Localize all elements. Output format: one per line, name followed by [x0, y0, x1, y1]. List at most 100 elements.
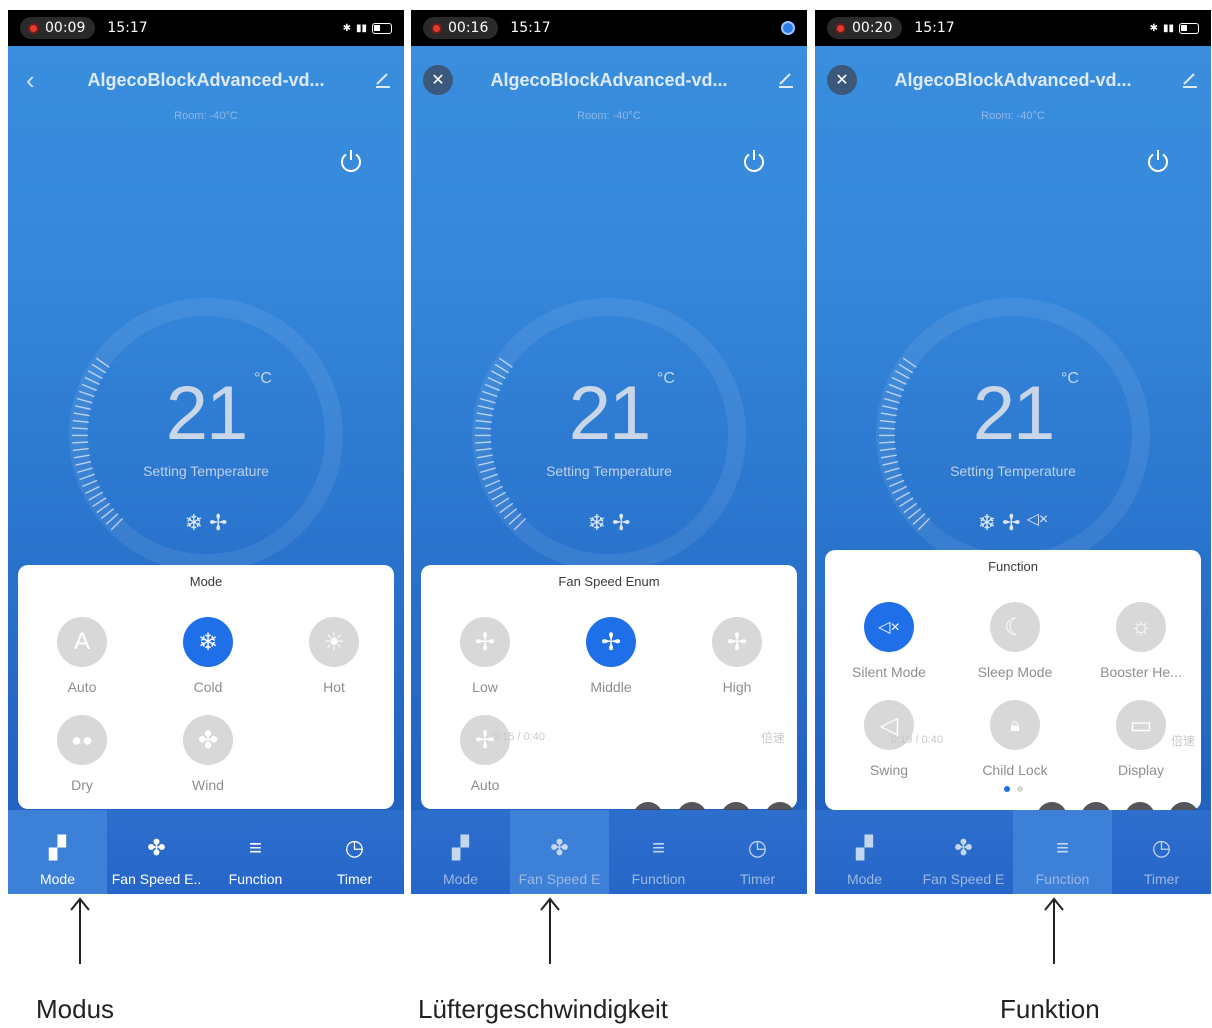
- fan-option-middle[interactable]: ✢ Middle: [551, 617, 671, 695]
- mode-option-auto[interactable]: A Auto: [22, 617, 142, 695]
- option-label: Dry: [71, 777, 93, 793]
- caption-mode: Modus: [36, 994, 115, 1024]
- video-overlay-speed: 倍速: [760, 731, 785, 745]
- display-icon: ▭: [1116, 700, 1166, 750]
- fan-option-high[interactable]: ✢ High: [677, 617, 797, 695]
- device-title: AlgecoBlockAdvanced-vd...: [894, 69, 1132, 90]
- power-icon[interactable]: [338, 148, 364, 174]
- bluetooth-icon: ✱: [342, 22, 351, 34]
- caption-fan-speed: Lüftergeschwindigkeit: [418, 994, 669, 1024]
- temperature-unit: °C: [254, 370, 272, 387]
- fan-option-auto[interactable]: ✢ Auto: [425, 715, 545, 793]
- option-label: Swing: [869, 762, 909, 778]
- function-option-child-lock[interactable]: 🔒︎ Child Lock: [955, 700, 1075, 778]
- tab-function[interactable]: ≡ Function: [206, 810, 305, 894]
- sun-icon: ☀: [309, 617, 359, 667]
- phone-screen-mode: 00:09 15:17 ✱ ▮▮ ‹ AlgecoBlockAdvanced-v…: [8, 10, 404, 894]
- video-overlay-speed: 倍速: [1170, 734, 1195, 748]
- function-option-sleep-mode[interactable]: ☾ Sleep Mode: [955, 602, 1075, 680]
- option-label: Booster He...: [1100, 664, 1182, 680]
- recording-indicator: 00:16: [423, 17, 499, 39]
- menu-icon: ≡: [249, 835, 262, 860]
- bottom-tab-bar: ▞ Mode ✤ Fan Speed E ≡ Function ◷ Timer: [815, 810, 1211, 894]
- setting-temperature-label: Setting Temperature: [546, 463, 672, 479]
- tab-mode[interactable]: ▞ Mode: [815, 810, 914, 894]
- phone-screen-fan-speed: 00:16 15:17 ✕ AlgecoBlockAdvanced-vd... …: [411, 10, 807, 894]
- clock-icon: ◷: [344, 835, 365, 860]
- power-icon[interactable]: [741, 148, 767, 174]
- function-panel: Function ◁× Silent Mode ☾ Sleep Mode ☼ B…: [825, 550, 1201, 810]
- bottom-tab-bar: ▞ Mode ✤ Fan Speed E ≡ Function ◷ Timer: [411, 810, 807, 894]
- tab-label: Timer: [739, 871, 776, 887]
- device-title: AlgecoBlockAdvanced-vd...: [490, 69, 728, 90]
- moon-icon: ☾: [990, 602, 1040, 652]
- fan-icon: ✢: [612, 510, 631, 535]
- tab-timer[interactable]: ◷ Timer: [708, 810, 807, 894]
- signal-icon: ▮▮: [355, 22, 367, 34]
- snowflake-icon: ❄: [183, 617, 233, 667]
- function-option-silent-mode[interactable]: ◁× Silent Mode: [829, 602, 949, 680]
- recording-indicator: 00:20: [827, 17, 903, 39]
- tab-function[interactable]: ≡ Function: [1013, 810, 1112, 894]
- power-icon[interactable]: [1145, 148, 1171, 174]
- tab-label: Fan Speed E: [922, 871, 1005, 887]
- up-arrow-icon: [70, 897, 90, 964]
- tab-function[interactable]: ≡ Function: [609, 810, 708, 894]
- menu-icon: ≡: [1056, 835, 1069, 860]
- panel-title: Fan Speed Enum: [558, 574, 660, 589]
- clock: 15:17: [107, 20, 148, 36]
- tab-fan-speed[interactable]: ✤ Fan Speed E: [510, 810, 609, 894]
- mode-grid-icon: ▞: [856, 835, 873, 860]
- fan-icon: ✤: [147, 835, 166, 860]
- recording-time: 00:16: [448, 20, 489, 36]
- room-temperature: Room: -40°C: [577, 110, 641, 122]
- tab-fan-speed[interactable]: ✤ Fan Speed E..: [107, 810, 206, 894]
- tab-mode[interactable]: ▞ Mode: [411, 810, 510, 894]
- up-arrow-icon: [1044, 897, 1064, 964]
- booster-icon: ☼: [1116, 602, 1166, 652]
- fan-middle-icon: ✢: [586, 617, 636, 667]
- droplets-icon: ●●: [57, 715, 107, 765]
- tab-fan-speed[interactable]: ✤ Fan Speed E: [914, 810, 1013, 894]
- edit-icon[interactable]: [374, 70, 392, 88]
- mode-option-cold[interactable]: ❄ Cold: [148, 617, 268, 695]
- tab-label: Function: [228, 871, 283, 887]
- recording-time: 00:20: [852, 20, 893, 36]
- option-label: Child Lock: [982, 762, 1048, 778]
- record-dot-icon: [835, 22, 846, 34]
- tab-timer[interactable]: ◷ Timer: [305, 810, 404, 894]
- mode-option-hot[interactable]: ☀ Hot: [274, 617, 394, 695]
- mode-option-dry[interactable]: ●● Dry: [22, 715, 142, 793]
- app-header: ‹ AlgecoBlockAdvanced-vd...: [8, 62, 404, 98]
- function-option-booster-heat[interactable]: ☼ Booster He...: [1081, 602, 1201, 680]
- tab-label: Fan Speed E: [518, 871, 601, 887]
- option-label: Display: [1118, 762, 1164, 778]
- option-label: Wind: [192, 777, 224, 793]
- clock-icon: ◷: [1151, 835, 1172, 860]
- option-label: Auto: [67, 679, 97, 695]
- snowflake-icon: ❄: [587, 510, 606, 535]
- fan-option-low[interactable]: ✢ Low: [425, 617, 545, 695]
- edit-icon[interactable]: [1181, 70, 1199, 88]
- bottom-tab-bar: ▞ Mode ✤ Fan Speed E.. ≡ Function ◷ Time…: [8, 810, 404, 894]
- recording-indicator: 00:09: [20, 17, 96, 39]
- panel-title: Function: [988, 559, 1038, 574]
- option-label: High: [722, 679, 752, 695]
- tab-mode[interactable]: ▞ Mode: [8, 810, 107, 894]
- video-overlay-time: 0:19 / 0:40: [891, 734, 943, 746]
- up-arrow-icon: [540, 897, 560, 964]
- tab-label: Timer: [336, 871, 373, 887]
- mode-option-wind[interactable]: ✤ Wind: [148, 715, 268, 793]
- temperature-unit: °C: [657, 370, 675, 387]
- clock: 15:17: [510, 20, 551, 36]
- panel-title: Mode: [189, 574, 223, 589]
- setting-temperature-label: Setting Temperature: [950, 463, 1076, 479]
- status-bar: 00:16 15:17: [411, 10, 807, 46]
- tab-label: Mode: [39, 871, 76, 887]
- edit-icon[interactable]: [777, 70, 795, 88]
- tab-label: Mode: [442, 871, 479, 887]
- room-temperature: Room: -40°C: [174, 110, 238, 122]
- fan-icon: ✤: [550, 835, 569, 860]
- mute-icon: ◁×: [864, 602, 914, 652]
- tab-timer[interactable]: ◷ Timer: [1112, 810, 1211, 894]
